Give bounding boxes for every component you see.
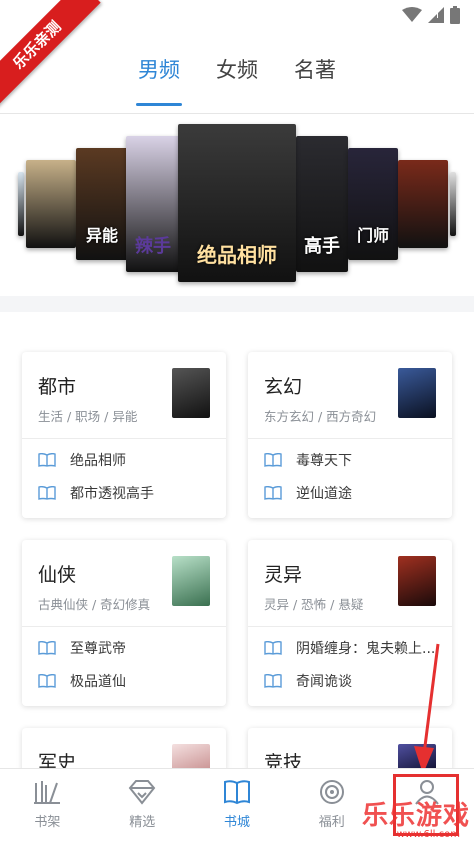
book-link[interactable]: 逆仙道途 [264,483,352,503]
tab-male[interactable]: 男频 [136,52,182,106]
watermark-brand: 乐乐游戏 [361,801,470,831]
carousel-cover[interactable] [450,172,456,236]
category-card-military[interactable]: 军史 [22,728,226,774]
wifi-icon [402,7,422,22]
carousel-cover[interactable]: 门师 [348,148,398,260]
book-icon [264,641,282,655]
tab-divider [0,113,474,114]
book-link[interactable]: 奇闻诡谈 [264,671,352,691]
carousel-cover[interactable]: 异能 [76,148,128,260]
category-card-xianxia[interactable]: 仙侠 古典仙侠 / 奇幻修真 至尊武帝 极品道仙 [22,540,226,706]
divider [22,438,226,439]
book-link[interactable]: 至尊武帝 [38,638,126,658]
carousel-cover[interactable]: 辣手 [126,136,180,272]
bookshelf-icon [34,781,61,804]
category-thumb [398,556,436,606]
category-card-fantasy[interactable]: 玄幻 东方玄幻 / 西方奇幻 毒尊天下 逆仙道途 [248,352,452,518]
book-icon [264,486,282,500]
carousel-cover[interactable] [18,172,24,236]
carousel-cover[interactable] [398,160,448,248]
book-icon [264,453,282,467]
carousel-cover[interactable]: 高手 [296,136,348,272]
book-link[interactable]: 毒尊天下 [264,450,352,470]
divider [22,626,226,627]
divider [248,626,452,627]
category-title: 仙侠 [38,564,77,586]
diamond-icon [128,780,156,805]
category-subtitle: 古典仙侠 / 奇幻修真 [38,597,151,612]
carousel-cover-featured[interactable]: 绝品相师 [178,124,296,282]
target-icon [319,780,344,804]
book-icon [38,674,56,688]
book-icon [38,641,56,655]
watermark-url: www.6ll.com [396,829,460,840]
book-open-icon [223,780,250,805]
book-icon [264,674,282,688]
category-subtitle: 灵异 / 恐怖 / 悬疑 [264,597,364,612]
nav-bookshelf[interactable]: 书架 [0,769,95,842]
book-icon [38,486,56,500]
section-gap [0,296,474,312]
carousel-cover[interactable] [26,160,76,248]
book-link[interactable]: 极品道仙 [38,671,126,691]
category-subtitle: 东方玄幻 / 西方奇幻 [264,409,377,424]
category-thumb [172,368,210,418]
nav-featured[interactable]: 精选 [95,769,190,842]
category-thumb [172,556,210,606]
top-tabs: 男频 女频 名著 [0,52,474,106]
nav-bookstore[interactable]: 书城 [190,769,285,842]
category-subtitle: 生活 / 职场 / 异能 [38,409,138,424]
category-title: 都市 [38,376,77,398]
status-icons [402,6,460,24]
tab-female[interactable]: 女频 [214,52,260,106]
battery-icon [450,6,460,24]
divider [248,438,452,439]
book-carousel[interactable]: 异能 辣手 绝品相师 高手 门师 [0,120,474,292]
category-card-urban[interactable]: 都市 生活 / 职场 / 异能 绝品相师 都市透视高手 [22,352,226,518]
category-title: 灵异 [264,564,303,586]
category-thumb [398,368,436,418]
book-link[interactable]: 都市透视高手 [38,483,154,503]
book-link[interactable]: 绝品相师 [38,450,126,470]
signal-icon [428,7,444,23]
annotation-arrow-icon [414,643,440,774]
category-title: 玄幻 [264,376,303,398]
book-icon [38,453,56,467]
tab-classics[interactable]: 名著 [292,52,338,106]
